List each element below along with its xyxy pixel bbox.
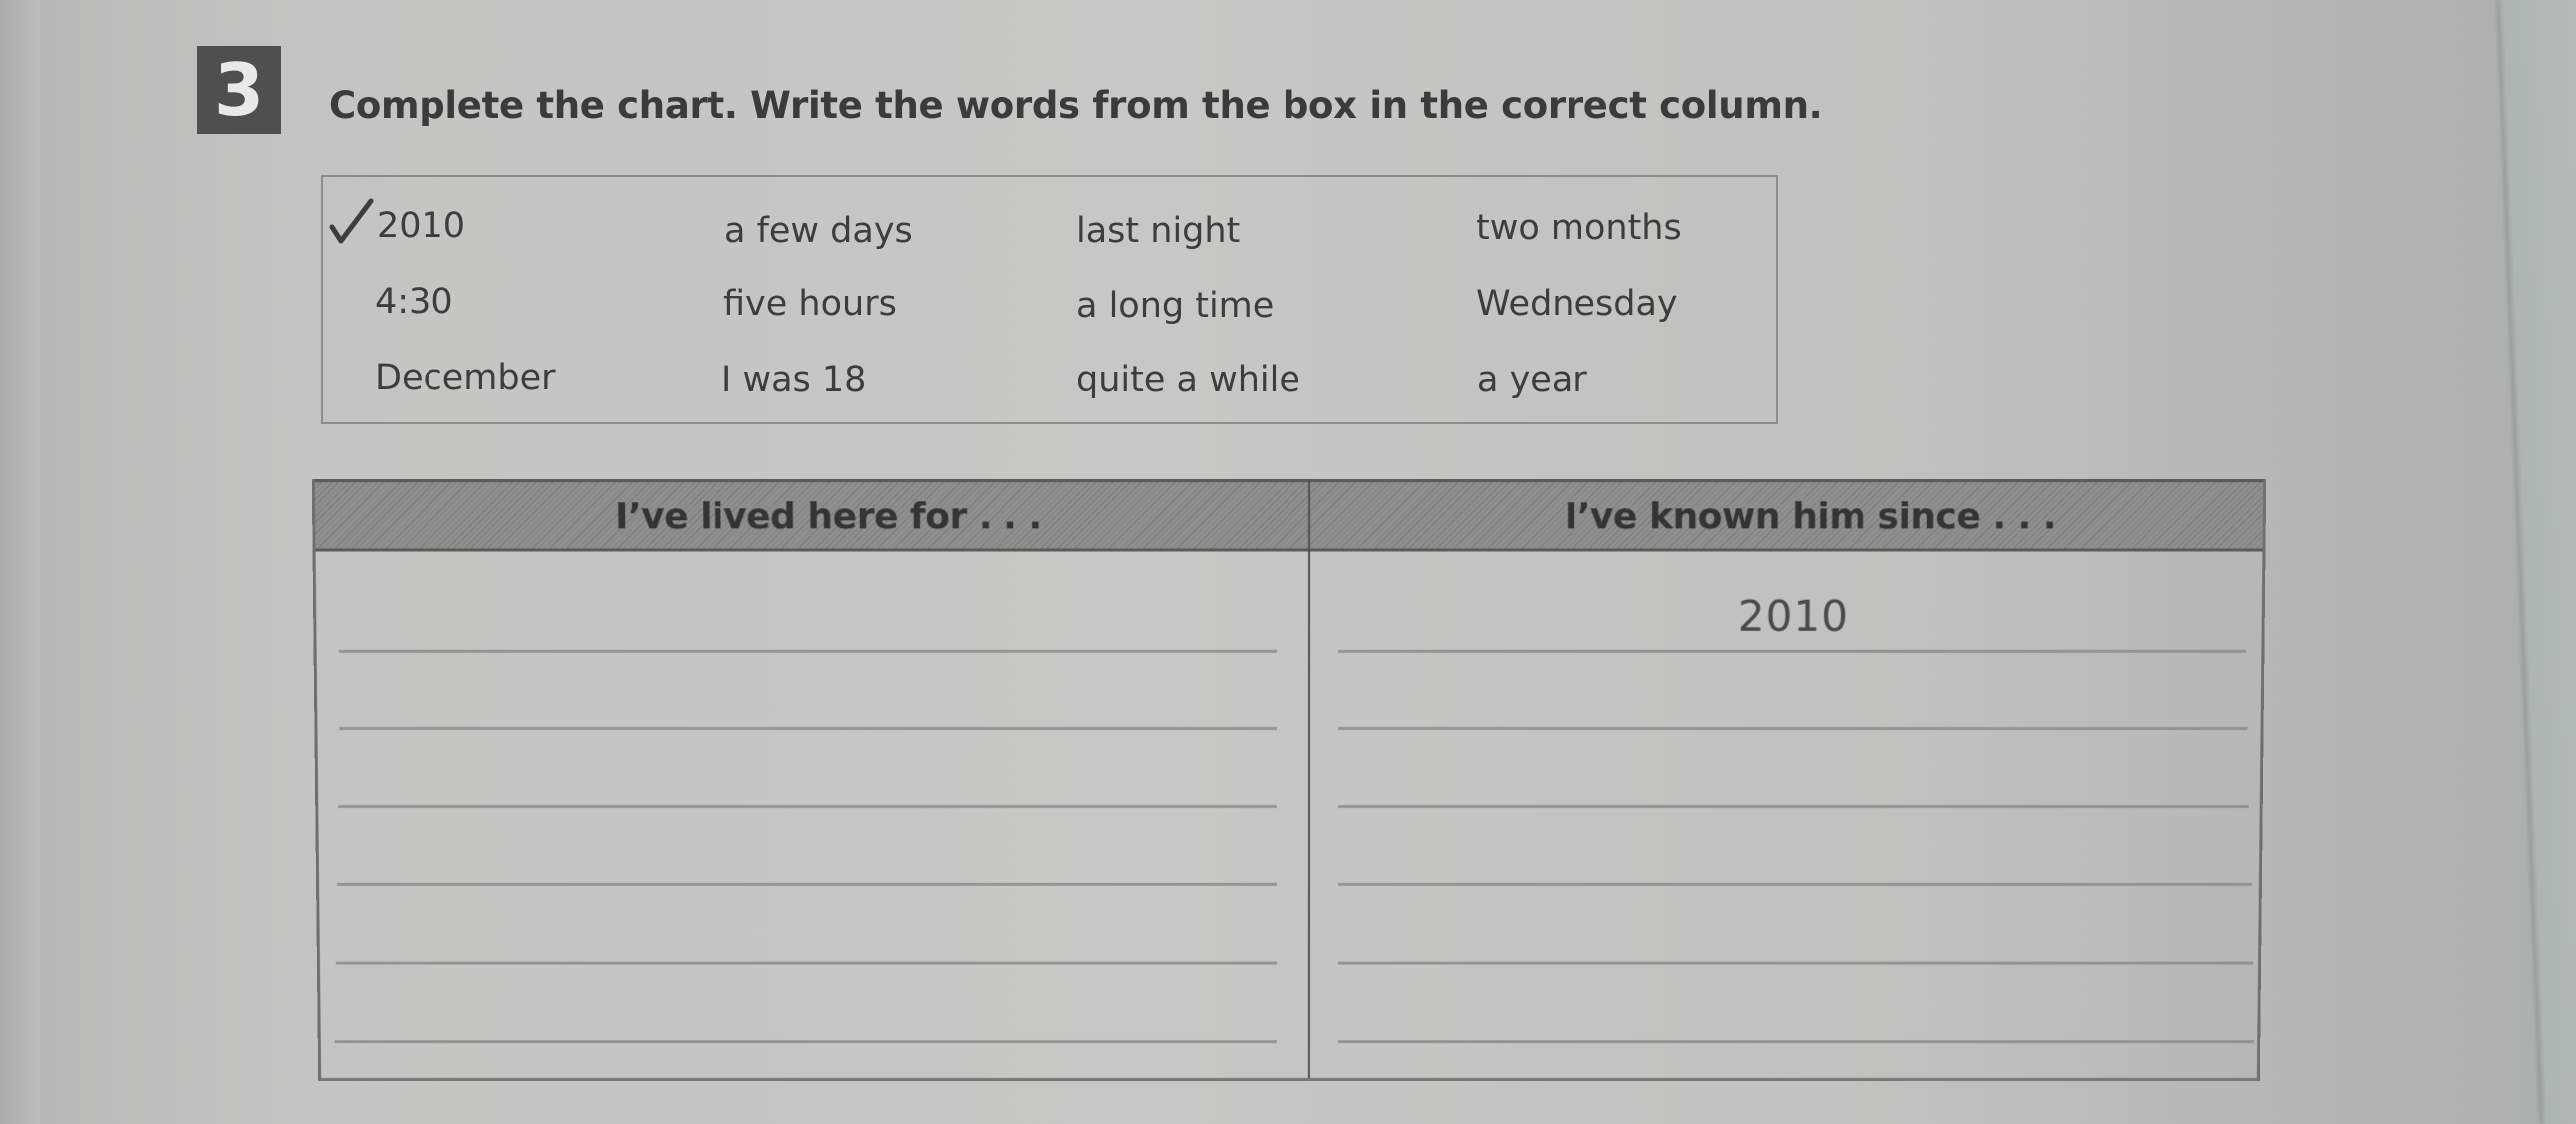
page-binding-shadow [0,0,40,1124]
exercise-number: 3 [213,48,265,132]
word-box-item[interactable]: Wednesday [1476,287,1678,322]
answer-line-left-6[interactable] [334,1040,1278,1044]
word-box-item[interactable]: two months [1476,211,1682,246]
word-box-item[interactable]: five hours [723,287,897,322]
word-box-item[interactable]: 4:30 [375,285,453,320]
next-page-edge [2503,0,2576,1124]
answer-line-right-6[interactable] [1337,1040,2255,1044]
word-box-item[interactable]: 2010 [377,209,465,244]
answer-line-left-2[interactable] [339,726,1277,730]
answer-line-right-3[interactable] [1337,804,2249,808]
answer-line-right-2[interactable] [1338,726,2248,730]
chart-header: I’ve lived here for . . . I’ve known him… [314,479,2264,552]
word-box-item[interactable]: a long time [1076,289,1274,324]
word-box-item[interactable]: a year [1477,363,1587,398]
answer-line-left-4[interactable] [337,882,1278,886]
exercise-instruction: Complete the chart. Write the words from… [329,84,1823,127]
word-box-item[interactable]: last night [1076,214,1240,249]
answer-text-right-1: 2010 [1737,591,1850,641]
answer-line-right-4[interactable] [1337,882,2252,886]
answer-line-left-3[interactable] [338,804,1278,808]
answer-line-left-1[interactable] [338,649,1277,653]
exercise-number-badge: 3 [197,46,281,134]
answer-line-right-5[interactable] [1337,961,2254,965]
answer-line-left-5[interactable] [335,961,1278,965]
checkmark-icon [329,198,374,244]
word-box-item[interactable]: a few days [724,214,913,249]
column-heading-known-him-since: I’ve known him since . . . [1564,496,2057,538]
column-heading-lived-here-for: I’ve lived here for . . . [614,496,1042,538]
column-divider [1307,479,1311,1078]
word-box-item[interactable]: quite a while [1076,363,1300,398]
answer-line-right-1[interactable] [1338,649,2247,653]
answer-chart: I’ve lived here for . . . I’ve known him… [311,479,2267,1081]
word-box-item[interactable]: December [375,361,556,396]
word-box-item[interactable]: I was 18 [721,363,866,398]
